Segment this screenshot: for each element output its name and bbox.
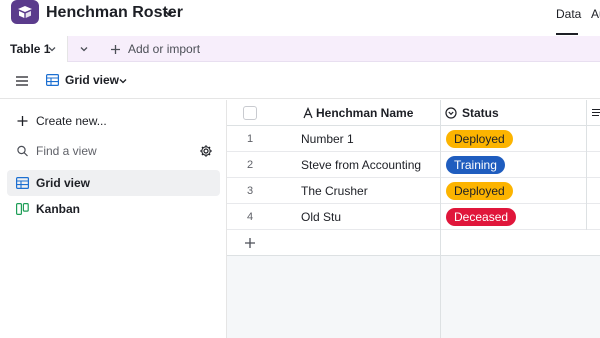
sidebar-item-label: Kanban	[36, 202, 81, 216]
row-number: 1	[247, 133, 254, 145]
grid-icon	[16, 177, 29, 189]
name-cell[interactable]: Steve from Accounting	[301, 158, 421, 172]
plus-icon[interactable]	[244, 237, 256, 249]
sidebar-item-label: Grid view	[36, 176, 91, 190]
all-tables-chevron-icon[interactable]	[79, 44, 89, 54]
column-divider[interactable]	[586, 100, 587, 230]
chevron-down-icon[interactable]	[163, 7, 175, 19]
tab-table-1[interactable]: Table 1	[0, 36, 68, 63]
long-text-icon[interactable]	[592, 108, 600, 118]
create-new-button[interactable]: Create new...	[7, 108, 220, 134]
name-cell[interactable]: Old Stu	[301, 210, 341, 224]
plus-icon	[111, 44, 120, 54]
app-header: Henchman Roster Data Au	[0, 0, 600, 36]
sidebar-item-grid-view[interactable]: Grid view	[7, 170, 220, 196]
single-select-icon	[445, 107, 457, 119]
base-logo-icon[interactable]	[11, 0, 39, 24]
status-badge[interactable]: Training	[446, 156, 505, 174]
status-badge[interactable]: Deployed	[446, 130, 513, 148]
views-sidebar: Create new... Find a view Grid view Kanb…	[0, 100, 227, 338]
column-header-status[interactable]: Status	[462, 106, 499, 120]
row-number: 4	[247, 211, 254, 223]
select-all-checkbox[interactable]	[243, 106, 257, 120]
chevron-down-icon[interactable]	[47, 44, 57, 54]
status-badge[interactable]: Deceased	[446, 208, 517, 226]
plus-icon	[17, 116, 28, 126]
kanban-icon	[16, 203, 29, 215]
find-view-input[interactable]: Find a view	[36, 144, 97, 158]
view-bar: Grid view	[0, 62, 600, 99]
row-number: 2	[247, 159, 254, 171]
add-or-import-label: Add or import	[128, 42, 201, 56]
gear-icon[interactable]	[199, 144, 213, 158]
table-tab-bar: Table 1 Add or import	[0, 36, 600, 63]
column-divider[interactable]	[440, 100, 441, 338]
table-row[interactable]: 1 Number 1 Deployed	[227, 126, 600, 152]
tab-data-indicator	[556, 33, 578, 35]
find-view-search[interactable]: Find a view	[7, 138, 220, 164]
add-record-row[interactable]	[227, 230, 600, 256]
hamburger-menu-icon[interactable]	[16, 76, 28, 86]
name-cell[interactable]: Number 1	[301, 132, 354, 146]
chevron-down-icon[interactable]	[118, 76, 128, 86]
add-or-import-button[interactable]: Add or import	[110, 40, 200, 58]
row-number: 3	[247, 185, 254, 197]
grid-header-row: Henchman Name Status	[227, 100, 600, 126]
create-new-label: Create new...	[36, 114, 107, 128]
column-header-henchman-name[interactable]: Henchman Name	[316, 106, 413, 120]
name-cell[interactable]: The Crusher	[301, 184, 368, 198]
table-row[interactable]: 4 Old Stu Deceased	[227, 204, 600, 230]
search-icon	[17, 145, 28, 157]
records-grid: Henchman Name Status 1 Number 1 Deployed…	[227, 100, 600, 338]
table-row[interactable]: 3 The Crusher Deployed	[227, 178, 600, 204]
current-view-name[interactable]: Grid view	[65, 73, 119, 87]
status-badge[interactable]: Deployed	[446, 182, 513, 200]
grid-view-icon	[46, 74, 59, 86]
tab-data[interactable]: Data	[556, 7, 581, 21]
sidebar-item-kanban[interactable]: Kanban	[7, 196, 220, 222]
table-row[interactable]: 2 Steve from Accounting Training	[227, 152, 600, 178]
tab-automations[interactable]: Au	[591, 7, 600, 21]
text-field-icon	[303, 107, 313, 119]
table-tab-label: Table 1	[10, 42, 51, 56]
